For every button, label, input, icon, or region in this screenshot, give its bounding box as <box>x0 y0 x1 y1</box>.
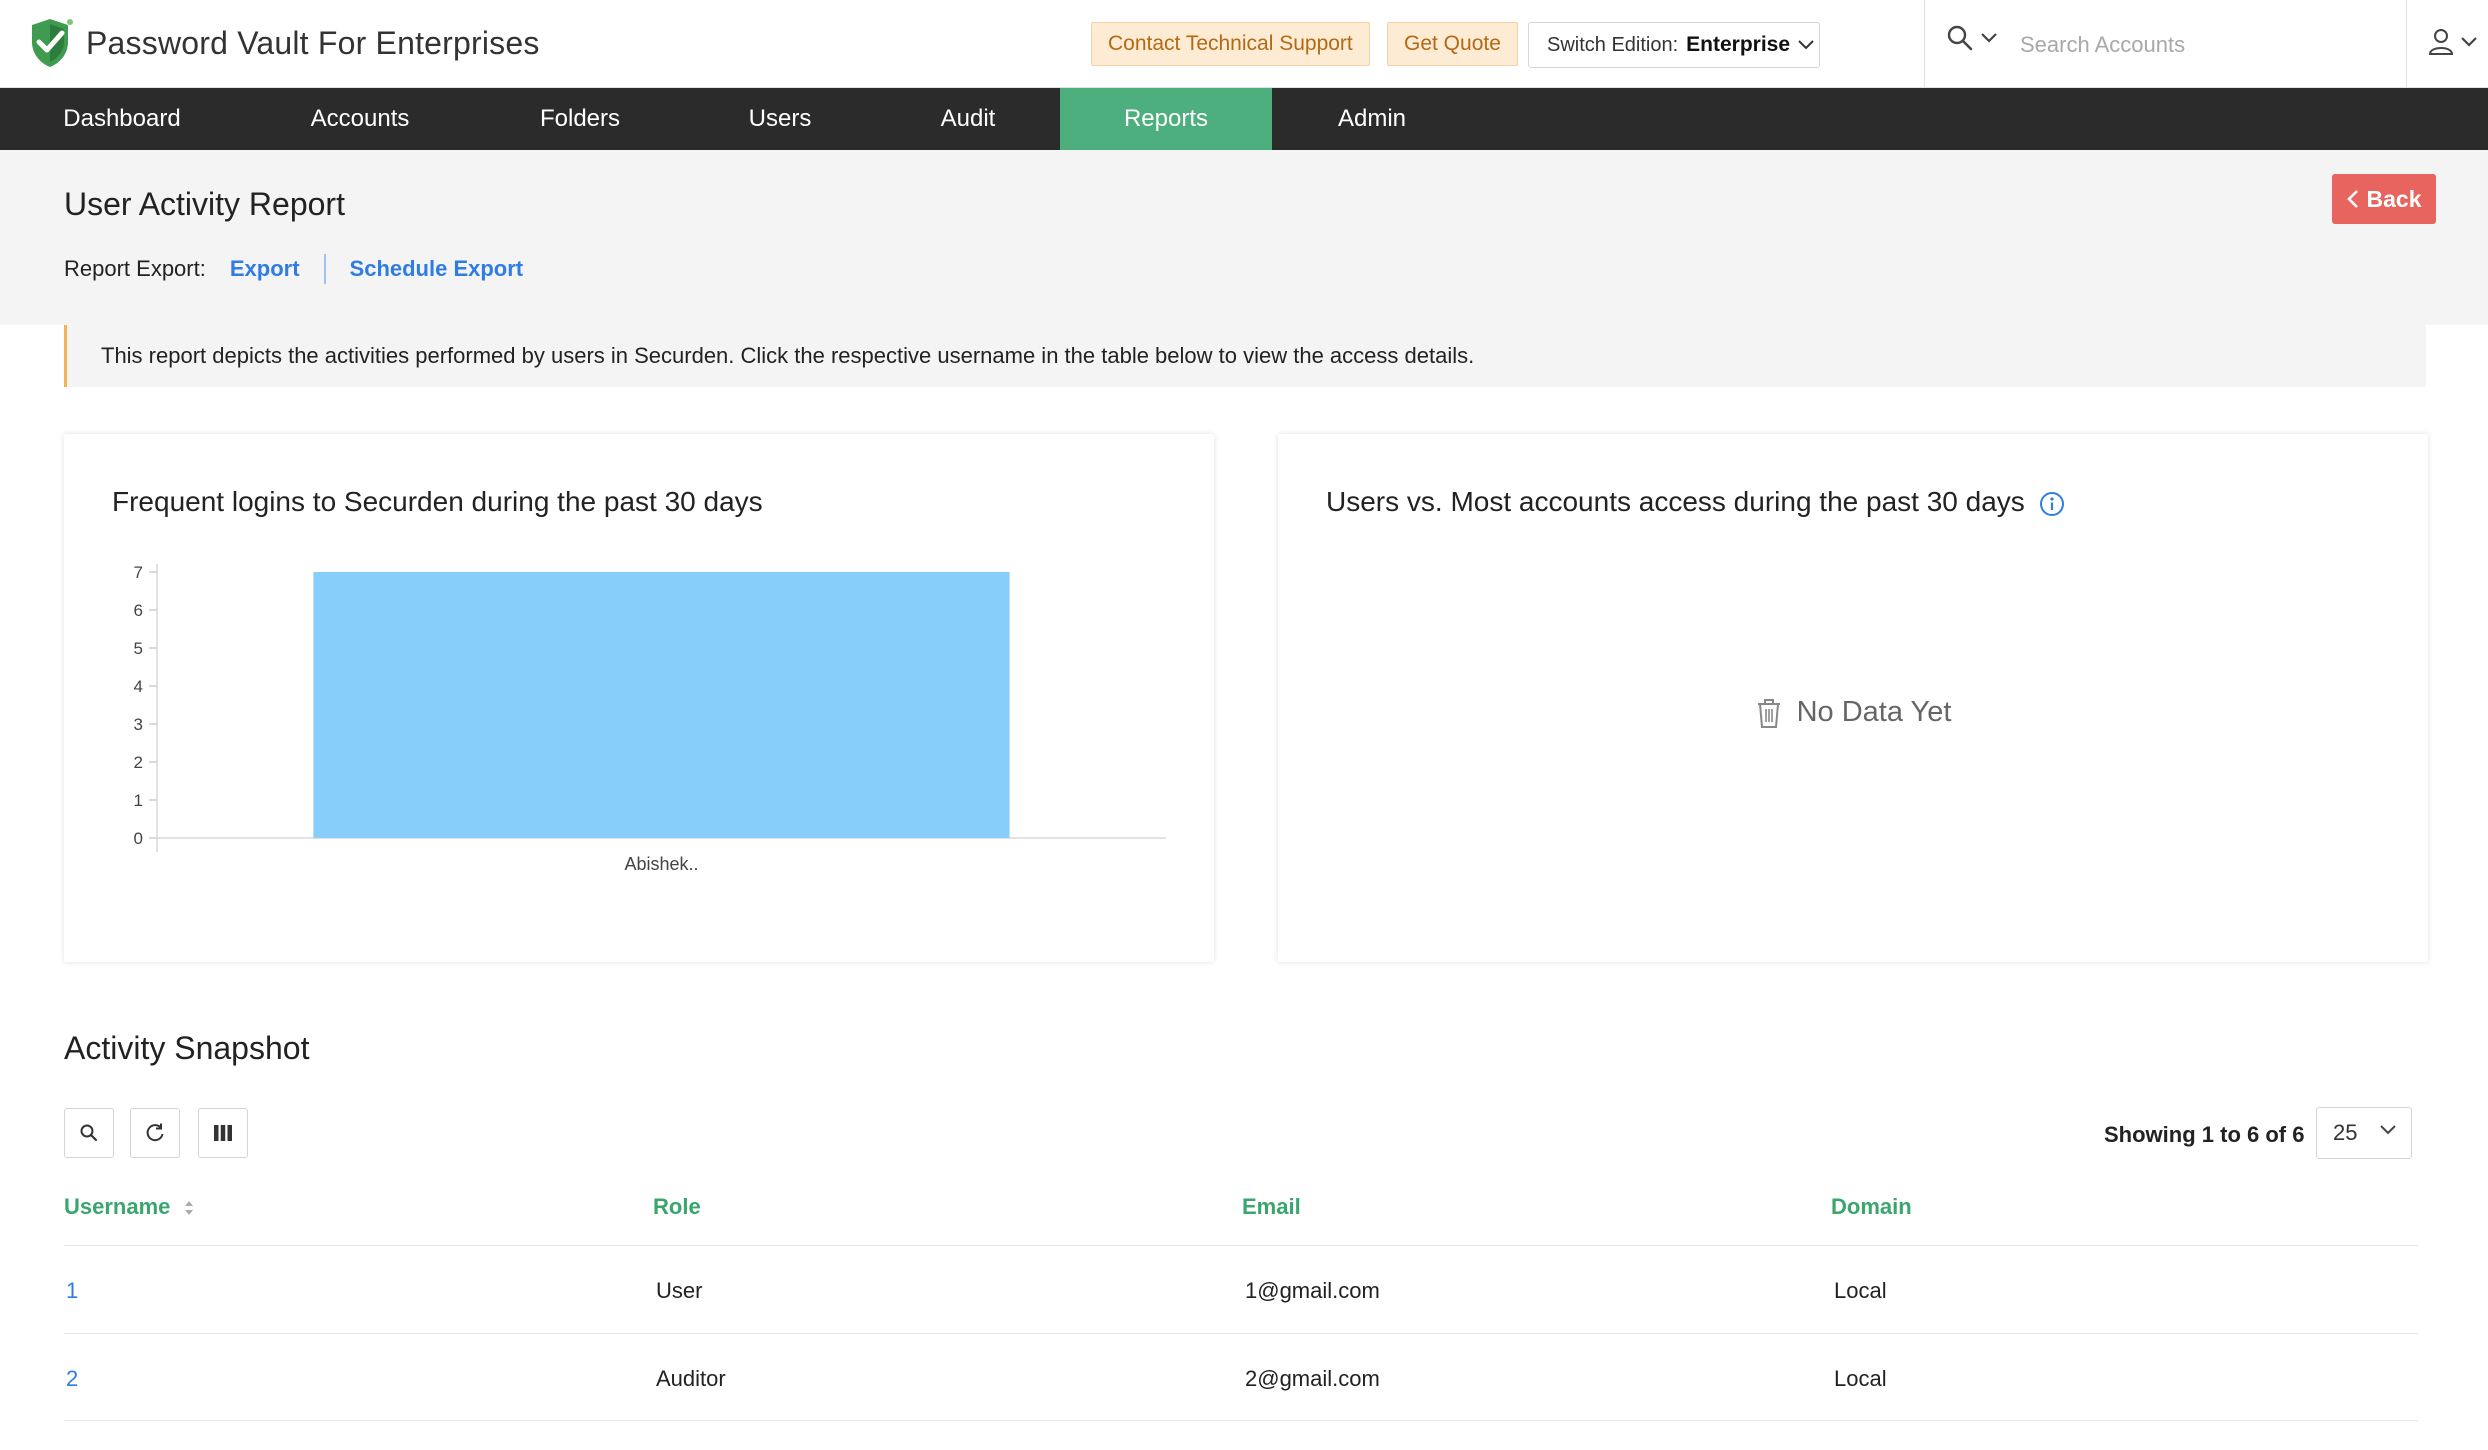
access-chart-card: Users vs. Most accounts access during th… <box>1278 434 2428 962</box>
x-tick-label: Abishek.. <box>624 854 698 874</box>
refresh-icon <box>146 1123 164 1142</box>
user-menu-button[interactable] <box>2428 28 2478 56</box>
columns-icon <box>214 1125 232 1141</box>
nav-reports[interactable]: Reports <box>1060 88 1272 150</box>
nav-users[interactable]: Users <box>684 88 876 150</box>
domain-cell: Local <box>1834 1278 1887 1303</box>
column-header-domain[interactable]: Domain <box>1831 1194 1912 1220</box>
no-data-message: No Data Yet <box>1278 696 2428 729</box>
nav-audit[interactable]: Audit <box>876 88 1060 150</box>
username-link[interactable]: 2 <box>66 1366 78 1392</box>
edition-label: Switch Edition: <box>1547 33 1679 56</box>
table-divider <box>64 1245 2418 1246</box>
nav-accounts[interactable]: Accounts <box>244 88 476 150</box>
no-data-text: No Data Yet <box>1796 696 1952 728</box>
page-size-value: 25 <box>2333 1120 2358 1145</box>
column-header-role[interactable]: Role <box>653 1194 701 1220</box>
info-icon[interactable] <box>2039 491 2065 517</box>
logins-chart-card: Frequent logins to Securden during the p… <box>64 434 1214 962</box>
logins-bar-chart: 0 1 2 3 4 5 6 7 Abishek.. <box>134 563 1166 874</box>
column-header-email[interactable]: Email <box>1242 1194 1301 1220</box>
y-tick-label: 7 <box>134 563 143 582</box>
access-chart-title: Users vs. Most accounts access during th… <box>1326 486 2065 518</box>
role-cell: Auditor <box>656 1366 726 1391</box>
report-export-label: Report Export: <box>64 256 206 281</box>
y-tick-label: 6 <box>134 601 143 620</box>
get-quote-button[interactable]: Get Quote <box>1387 22 1518 66</box>
info-banner: This report depicts the activities perfo… <box>64 325 2426 387</box>
chevron-left-icon <box>2346 190 2358 208</box>
export-divider <box>323 254 326 284</box>
nav-admin[interactable]: Admin <box>1272 88 1472 150</box>
table-divider <box>64 1420 2418 1421</box>
bar <box>313 572 1010 838</box>
nav-folders[interactable]: Folders <box>476 88 684 150</box>
search-icon <box>1947 25 1973 51</box>
brand[interactable]: Password Vault For Enterprises <box>28 16 540 70</box>
column-header-label: Username <box>64 1194 171 1219</box>
column-header-username[interactable]: Username <box>64 1194 195 1220</box>
table-divider <box>64 1333 2418 1334</box>
y-tick-label: 3 <box>134 715 143 734</box>
y-tick-label: 4 <box>134 677 143 696</box>
trash-icon <box>1757 698 1780 728</box>
table-search-button[interactable] <box>64 1108 114 1158</box>
header-divider <box>1924 0 1925 88</box>
schedule-export-link[interactable]: Schedule Export <box>350 256 524 282</box>
shield-check-icon <box>32 19 73 67</box>
access-chart-title-text: Users vs. Most accounts access during th… <box>1326 486 2025 517</box>
back-label: Back <box>2366 185 2422 212</box>
search-scope-button[interactable] <box>1946 24 1998 52</box>
main-nav: Dashboard Accounts Folders Users Audit R… <box>0 88 2488 150</box>
y-tick-label: 0 <box>134 829 143 848</box>
pagination-summary: Showing 1 to 6 of 6 <box>2104 1122 2305 1147</box>
domain-cell: Local <box>1834 1366 1887 1391</box>
search-icon <box>80 1124 98 1142</box>
header-divider <box>2406 0 2407 88</box>
table-refresh-button[interactable] <box>130 1108 180 1158</box>
report-export-row: Report Export: Export Schedule Export <box>64 254 523 284</box>
role-cell: User <box>656 1278 703 1303</box>
page-size-select[interactable]: 25 <box>2316 1107 2412 1159</box>
switch-edition-dropdown[interactable]: Switch Edition: Enterprise <box>1528 22 1820 68</box>
activity-snapshot-title: Activity Snapshot <box>64 1030 310 1066</box>
top-header: Password Vault For Enterprises Contact T… <box>0 0 2488 88</box>
chevron-down-icon <box>2380 1125 2396 1135</box>
edition-value: Enterprise <box>1686 33 1791 56</box>
y-tick-label: 5 <box>134 639 143 658</box>
user-icon <box>2428 29 2454 55</box>
page-title: User Activity Report <box>64 186 345 222</box>
page-header: User Activity Report Report Export: Expo… <box>0 150 2488 325</box>
app-title: Password Vault For Enterprises <box>86 24 540 61</box>
nav-dashboard[interactable]: Dashboard <box>0 88 244 150</box>
chevron-down-icon <box>1798 40 1814 50</box>
back-button[interactable]: Back <box>2332 174 2436 224</box>
username-link[interactable]: 1 <box>66 1278 78 1304</box>
contact-support-button[interactable]: Contact Technical Support <box>1091 22 1370 66</box>
search-accounts-input[interactable] <box>2020 26 2400 64</box>
y-tick-label: 1 <box>134 791 143 810</box>
email-cell: 2@gmail.com <box>1245 1366 1380 1391</box>
table-columns-button[interactable] <box>198 1108 248 1158</box>
email-cell: 1@gmail.com <box>1245 1278 1380 1303</box>
y-tick-label: 2 <box>134 753 143 772</box>
export-link[interactable]: Export <box>230 256 300 282</box>
chevron-down-icon <box>2461 37 2477 47</box>
sort-icon <box>184 1201 193 1216</box>
chevron-down-icon <box>1981 33 1997 43</box>
